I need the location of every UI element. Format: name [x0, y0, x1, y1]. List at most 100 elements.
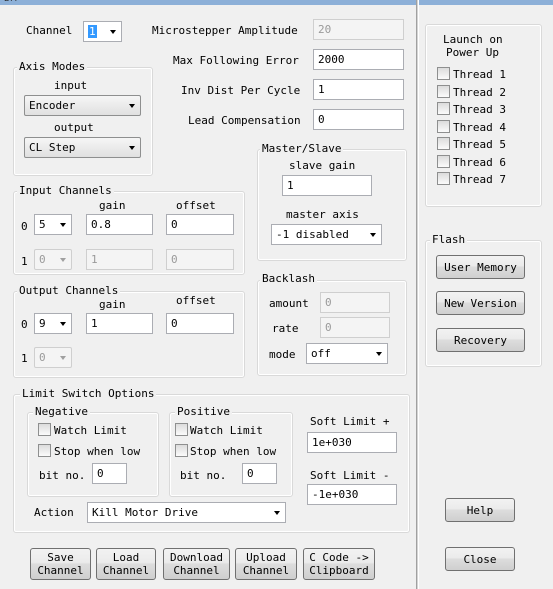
launch-title-1: Launch on: [443, 33, 503, 46]
output-gain-field[interactable]: 1: [86, 313, 153, 334]
help-button[interactable]: Help: [445, 498, 515, 522]
input-offset-label: offset: [176, 199, 216, 212]
launch-title-2: Power Up: [446, 46, 499, 59]
master-axis-select[interactable]: -1 disabled: [271, 224, 382, 245]
thread-checkbox[interactable]: [437, 172, 450, 185]
input-gain-label: gain: [99, 199, 126, 212]
slave-gain-field[interactable]: 1: [282, 175, 372, 196]
axis-input-label: input: [54, 79, 88, 92]
soft-limit-minus-field[interactable]: -1e+030: [307, 484, 397, 505]
upload-channel-label-1: Upload: [246, 551, 286, 564]
positive-bit-field[interactable]: 0: [242, 463, 277, 484]
output-channel-select[interactable]: 0: [34, 347, 72, 368]
chevron-down-icon: [60, 356, 66, 360]
backlash-mode-value: off: [311, 347, 331, 360]
chevron-down-icon: [60, 258, 66, 262]
c-code-label-1: C Code ->: [309, 551, 369, 564]
thread-label: Thread 1: [453, 68, 506, 81]
thread-checkbox[interactable]: [437, 84, 450, 98]
channel-label: Channel: [26, 24, 73, 37]
thread-checkbox[interactable]: [437, 119, 450, 133]
output-row-index: 1: [21, 352, 28, 365]
recovery-button[interactable]: Recovery: [436, 328, 525, 352]
positive-bit-label: bit no.: [180, 469, 227, 482]
input-offset-field[interactable]: 0: [166, 214, 234, 235]
negative-watch-checkbox[interactable]: [38, 423, 51, 436]
chevron-down-icon: [60, 223, 66, 227]
axis-input-value: Encoder: [29, 99, 76, 112]
c-code-clipboard-button[interactable]: C Code -> Clipboard: [303, 548, 375, 580]
lead-comp-label: Lead Compensation: [188, 114, 301, 127]
axis-output-select[interactable]: CL Step: [24, 137, 141, 158]
action-value: Kill Motor Drive: [92, 506, 198, 519]
load-channel-button[interactable]: Load Channel: [96, 548, 156, 580]
backlash-rate-label: rate: [272, 322, 299, 335]
thread-checkbox[interactable]: [437, 67, 450, 80]
panel-separator: [416, 0, 419, 589]
chevron-down-icon: [60, 322, 66, 326]
c-code-label-2: Clipboard: [309, 564, 369, 577]
thread-checkbox[interactable]: [437, 102, 450, 115]
thread-label: Thread 4: [453, 120, 506, 134]
input-channel-select[interactable]: 0: [34, 249, 72, 270]
soft-limit-plus-field[interactable]: 1e+030: [307, 432, 397, 453]
backlash-rate-field[interactable]: 0: [320, 317, 390, 338]
flash-title: Flash: [430, 233, 468, 246]
master-axis-label: master axis: [286, 208, 359, 221]
new-version-button[interactable]: New Version: [436, 291, 525, 315]
save-channel-button[interactable]: Save Channel: [30, 548, 91, 580]
chevron-down-icon: [110, 30, 116, 34]
output-offset-field[interactable]: 0: [166, 313, 234, 334]
positive-watch-checkbox[interactable]: [175, 423, 188, 436]
load-channel-label-2: Channel: [102, 564, 150, 577]
thread-label: Thread 6: [453, 155, 506, 169]
backlash-amount-field[interactable]: 0: [320, 292, 390, 313]
upload-channel-button[interactable]: Upload Channel: [235, 548, 297, 580]
backlash-amount-label: amount: [269, 297, 309, 310]
max-following-error-field[interactable]: 2000: [313, 49, 404, 70]
input-channel-select[interactable]: 5: [34, 214, 72, 235]
axis-output-value: CL Step: [29, 141, 76, 154]
download-channel-label-1: Download: [170, 551, 223, 564]
backlash-title: Backlash: [260, 272, 317, 285]
limit-switch-title: Limit Switch Options: [20, 387, 157, 400]
inv-dist-label: Inv Dist Per Cycle: [181, 84, 301, 97]
negative-bit-label: bit no.: [39, 469, 86, 482]
user-memory-button[interactable]: User Memory: [436, 255, 525, 279]
thread-checkbox[interactable]: [437, 137, 450, 150]
thread-checkbox[interactable]: [437, 154, 450, 168]
save-channel-label-2: Channel: [37, 564, 84, 577]
input-gain-field[interactable]: 0.8: [86, 214, 153, 235]
negative-watch-label: Watch Limit: [54, 424, 127, 437]
inv-dist-field[interactable]: 1: [313, 79, 404, 100]
thread-label: Thread 5: [453, 138, 506, 151]
positive-watch-label: Watch Limit: [190, 424, 263, 437]
title-bar: DM: [0, 0, 553, 5]
output-channel-select[interactable]: 9: [34, 313, 72, 334]
load-channel-label-1: Load: [112, 551, 140, 564]
microstepper-field[interactable]: 20: [313, 19, 404, 40]
backlash-mode-select[interactable]: off: [306, 343, 388, 364]
chevron-down-icon: [129, 146, 135, 150]
download-channel-button[interactable]: Download Channel: [163, 548, 230, 580]
input-gain-field[interactable]: 1: [86, 249, 153, 270]
chevron-down-icon: [129, 104, 135, 108]
action-select[interactable]: Kill Motor Drive: [87, 502, 286, 523]
thread-label: Thread 2: [453, 85, 506, 99]
lead-comp-field[interactable]: 0: [313, 109, 404, 130]
axis-input-select[interactable]: Encoder: [24, 95, 141, 116]
output-row-index: 0: [21, 318, 28, 331]
channel-select[interactable]: 1: [83, 21, 122, 42]
negative-stop-checkbox[interactable]: [38, 444, 51, 457]
input-offset-field[interactable]: 0: [166, 249, 234, 270]
chevron-down-icon: [370, 233, 376, 237]
negative-title: Negative: [33, 405, 90, 418]
positive-stop-checkbox[interactable]: [175, 444, 188, 457]
channel-value: 1: [88, 25, 97, 38]
close-button[interactable]: Close: [445, 547, 515, 571]
microstepper-label: Microstepper Amplitude: [152, 24, 298, 37]
chevron-down-icon: [376, 352, 382, 356]
negative-bit-field[interactable]: 0: [92, 463, 127, 484]
input-channel-value: 5: [39, 218, 46, 231]
positive-title: Positive: [175, 405, 232, 418]
